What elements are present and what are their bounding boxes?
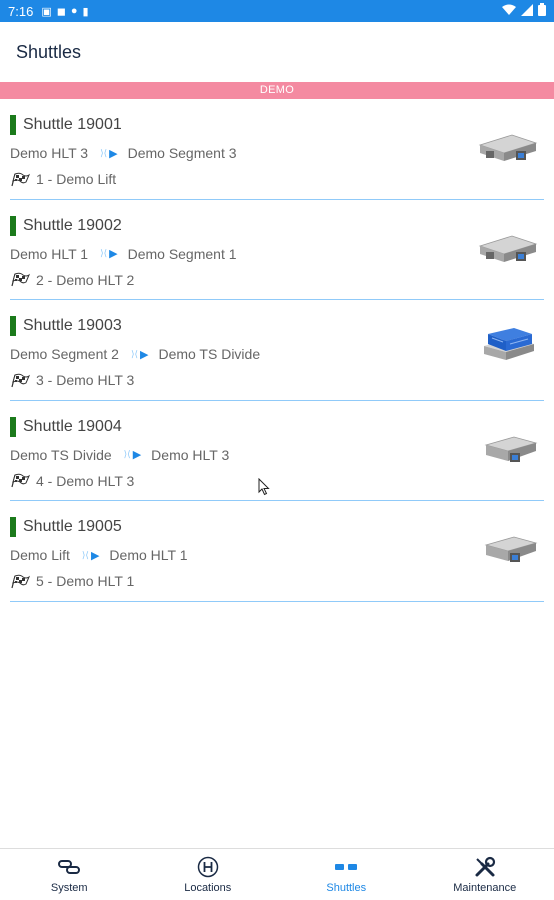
route-to: Demo HLT 1 [109,547,188,563]
app-notification-icon: ● [70,5,78,17]
page-title: Shuttles [16,41,82,62]
status-marker [10,215,16,236]
bottom-navigation: System Locations Shuttles Maintenance [0,848,554,900]
shuttle-card[interactable]: Shuttle 19004 Demo TS Divide ⟩⟨ ▶ Demo HL… [10,401,544,501]
sdcard-icon: ▮ [82,5,89,18]
destination-label: 2 - Demo HLT 2 [36,271,135,288]
checkered-flag-icon [11,172,30,186]
status-bar: 7:16 ▣ ◼ ● ▮ [0,0,554,22]
grey-shuttle-icon [478,235,538,262]
route-from: Demo Lift [10,547,70,563]
shuttle-name: Shuttle 19001 [23,116,122,133]
shuttle-destination: 1 - Demo Lift [10,171,116,187]
tab-maintenance[interactable]: Maintenance [416,849,554,900]
destination-label: 5 - Demo HLT 1 [36,573,135,589]
status-time: 7:16 [8,3,34,19]
status-marker [10,416,16,437]
status-marker [10,517,16,537]
status-marker [10,115,16,135]
blue-crate-shuttle-icon [484,328,534,360]
tab-shuttles[interactable]: Shuttles [277,849,416,900]
link-icon [58,856,81,878]
location-h-icon [197,856,219,878]
shuttle-route: Demo Segment 2 ⟩⟨ ▶ Demo TS Divide [10,346,260,362]
checkered-flag-icon [11,473,30,488]
shuttle-destination: 4 - Demo HLT 3 [10,473,134,489]
shuttle-name: Shuttle 19002 [23,216,122,234]
direction-arrow-icon: ⟩⟨ ▶ [100,248,118,260]
status-marker [10,316,16,336]
tab-label: Shuttles [326,881,367,894]
direction-arrow-icon: ⟩⟨ ▶ [100,147,118,160]
destination-label: 4 - Demo HLT 3 [36,472,135,489]
route-to: Demo TS Divide [158,346,261,362]
shuttle-name: Shuttle 19003 [23,317,122,334]
tab-label: Locations [184,881,232,894]
tools-icon [474,856,496,878]
shuttle-list: Shuttle 19001 Demo HLT 3 ⟩⟨ ▶ Demo Segmen… [0,99,554,602]
grey-shuttle-icon [478,134,538,161]
tab-locations[interactable]: Locations [139,849,278,900]
shuttle-route: Demo TS Divide ⟩⟨ ▶ Demo HLT 3 [10,447,229,463]
shuttle-icon [334,856,358,878]
route-from: Demo HLT 1 [10,245,89,262]
media-notification-icon: ◼ [56,5,66,18]
shuttle-destination: 2 - Demo HLT 2 [10,272,134,288]
destination-label: 3 - Demo HLT 3 [36,372,135,388]
shuttle-route: Demo HLT 3 ⟩⟨ ▶ Demo Segment 3 [10,145,237,161]
shuttle-card[interactable]: Shuttle 19003 Demo Segment 2 ⟩⟨ ▶ Demo TS… [10,300,544,401]
grey-shuttle-icon [484,436,538,462]
direction-arrow-icon: ⟩⟨ ▶ [130,348,149,361]
shuttle-name: Shuttle 19005 [23,518,122,535]
signal-icon [521,3,533,19]
checkered-flag-icon [11,574,30,588]
shuttle-card[interactable]: Shuttle 19002 Demo HLT 1 ⟩⟨ ▶ Demo Segmen… [10,200,544,300]
shuttle-card[interactable]: Shuttle 19005 Demo Lift ⟩⟨ ▶ Demo HLT 1 5… [10,501,544,602]
demo-banner: DEMO [0,82,554,99]
mouse-cursor-icon [258,478,270,496]
direction-arrow-icon: ⟩⟨ ▶ [81,549,100,562]
tab-label: System [50,881,88,894]
tab-label: Maintenance [453,881,517,894]
route-from: Demo Segment 2 [10,346,119,362]
shuttle-route: Demo Lift ⟩⟨ ▶ Demo HLT 1 [10,547,188,563]
grey-shuttle-icon [484,536,538,562]
shuttle-name: Shuttle 19004 [23,417,122,435]
direction-arrow-icon: ⟩⟨ ▶ [123,449,142,461]
tab-system[interactable]: System [0,849,139,900]
shuttle-route: Demo HLT 1 ⟩⟨ ▶ Demo Segment 1 [10,246,237,262]
route-from: Demo HLT 3 [10,145,89,161]
checkered-flag-icon [11,272,30,287]
route-from: Demo TS Divide [10,446,112,463]
wifi-icon [502,4,516,19]
shuttle-destination: 5 - Demo HLT 1 [10,573,134,589]
checkered-flag-icon [11,373,30,387]
destination-label: 1 - Demo Lift [36,171,117,187]
route-to: Demo HLT 3 [151,446,230,463]
shuttle-destination: 3 - Demo HLT 3 [10,372,134,388]
app-bar: Shuttles [0,22,554,82]
route-to: Demo Segment 1 [127,245,237,262]
shuttle-card[interactable]: Shuttle 19001 Demo HLT 3 ⟩⟨ ▶ Demo Segmen… [10,99,544,200]
route-to: Demo Segment 3 [127,145,237,161]
gallery-notification-icon: ▣ [41,5,52,18]
battery-icon [538,3,546,19]
